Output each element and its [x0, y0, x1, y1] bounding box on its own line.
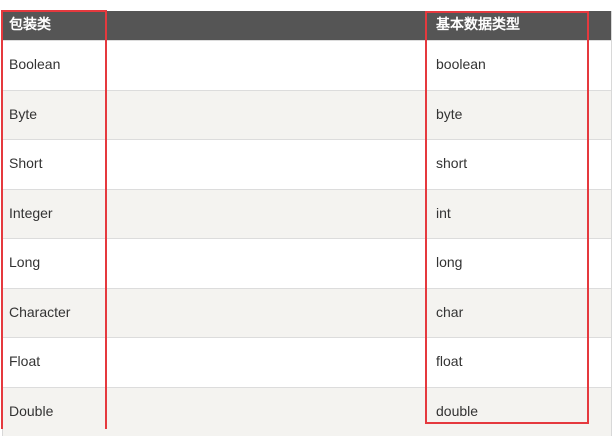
table-row: Short short	[3, 139, 611, 189]
wrapper-class-cell: Short	[9, 140, 42, 187]
wrapper-class-cell: Integer	[9, 190, 53, 237]
wrapper-class-cell: Float	[9, 338, 40, 385]
table-row: Float float	[3, 337, 611, 387]
table-header: 包装类 基本数据类型	[3, 11, 611, 40]
wrapper-class-cell: Double	[9, 388, 53, 435]
table-body: Boolean boolean Byte byte Short short In…	[3, 40, 611, 436]
wrapper-primitive-table: 包装类 基本数据类型 Boolean boolean Byte byte Sho…	[2, 11, 612, 436]
wrapper-class-cell: Long	[9, 239, 40, 286]
table-row: Byte byte	[3, 90, 611, 140]
header-primitive-type: 基本数据类型	[436, 11, 520, 40]
wrapper-class-cell: Character	[9, 289, 70, 336]
table-row: Boolean boolean	[3, 40, 611, 90]
primitive-type-cell: byte	[436, 91, 462, 138]
primitive-type-cell: int	[436, 190, 451, 237]
primitive-type-cell: float	[436, 338, 462, 385]
table-row: Long long	[3, 238, 611, 288]
wrapper-class-cell: Byte	[9, 91, 37, 138]
wrapper-class-cell: Boolean	[9, 41, 60, 88]
primitive-type-cell: char	[436, 289, 463, 336]
primitive-type-cell: short	[436, 140, 467, 187]
table-row: Integer int	[3, 189, 611, 239]
primitive-type-cell: boolean	[436, 41, 486, 88]
primitive-type-cell: double	[436, 388, 478, 435]
header-wrapper-class: 包装类	[9, 11, 51, 40]
table-row: Character char	[3, 288, 611, 338]
primitive-type-cell: long	[436, 239, 462, 286]
